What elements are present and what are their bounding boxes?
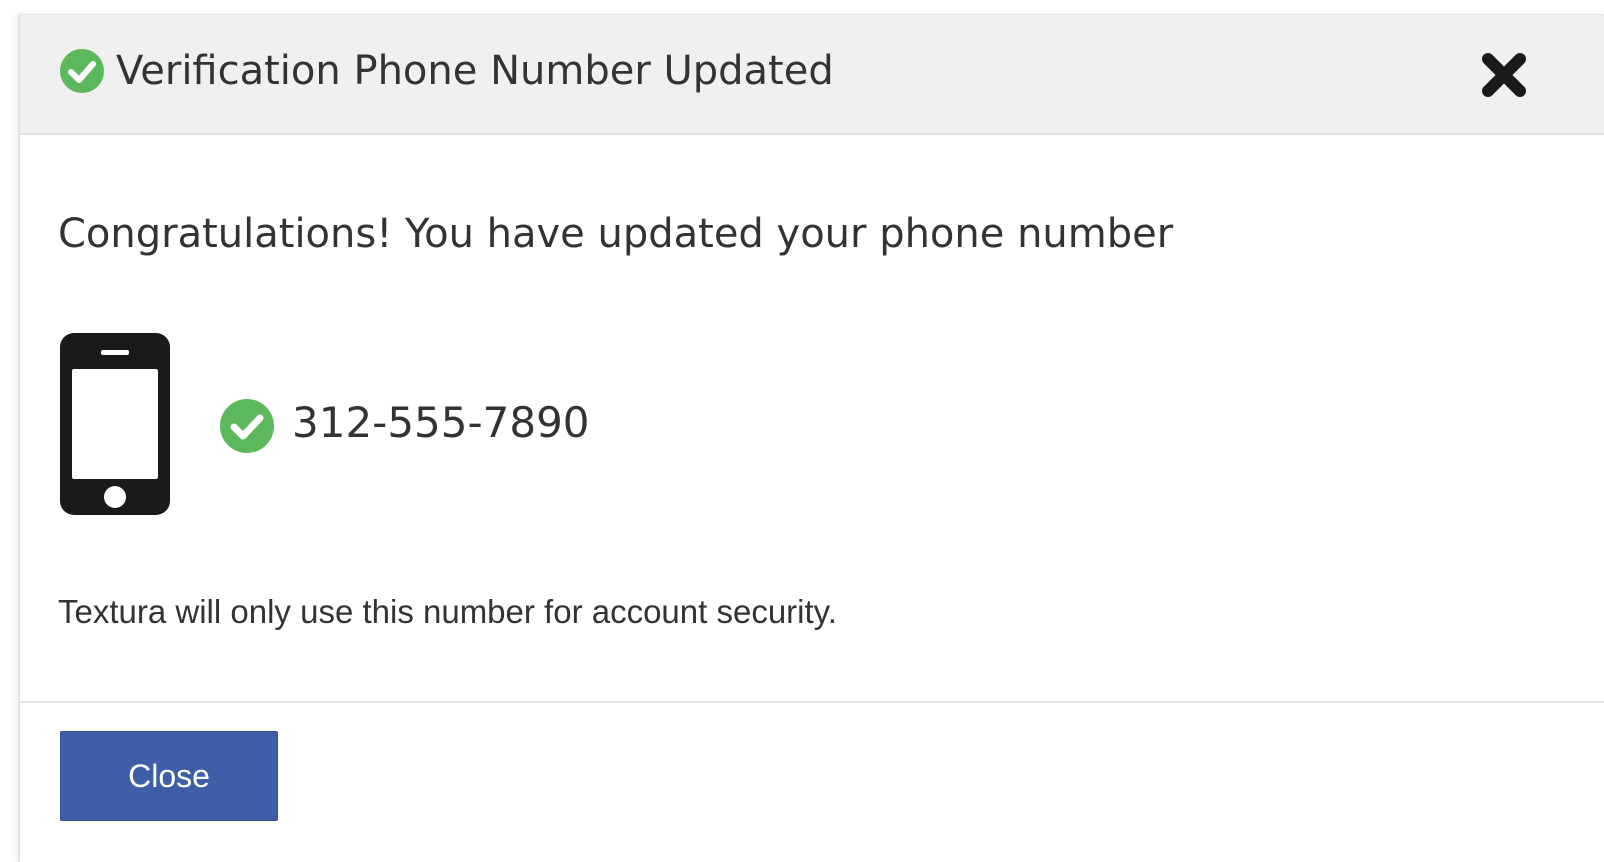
dialog-title: Verification Phone Number Updated <box>116 48 834 94</box>
phone-updated-dialog: Verification Phone Number Updated Congra… <box>18 14 1604 862</box>
phone-number: 312-555-7890 <box>292 398 590 447</box>
close-button[interactable]: Close <box>60 731 278 821</box>
footer-divider <box>20 701 1604 703</box>
congratulations-message: Congratulations! You have updated your p… <box>58 211 1174 257</box>
close-x-icon[interactable] <box>1478 49 1530 101</box>
check-circle-icon <box>60 49 104 93</box>
check-circle-icon <box>220 399 274 453</box>
security-note: Textura will only use this number for ac… <box>58 593 837 630</box>
dialog-header: Verification Phone Number Updated <box>20 15 1604 135</box>
smartphone-icon <box>60 333 170 515</box>
